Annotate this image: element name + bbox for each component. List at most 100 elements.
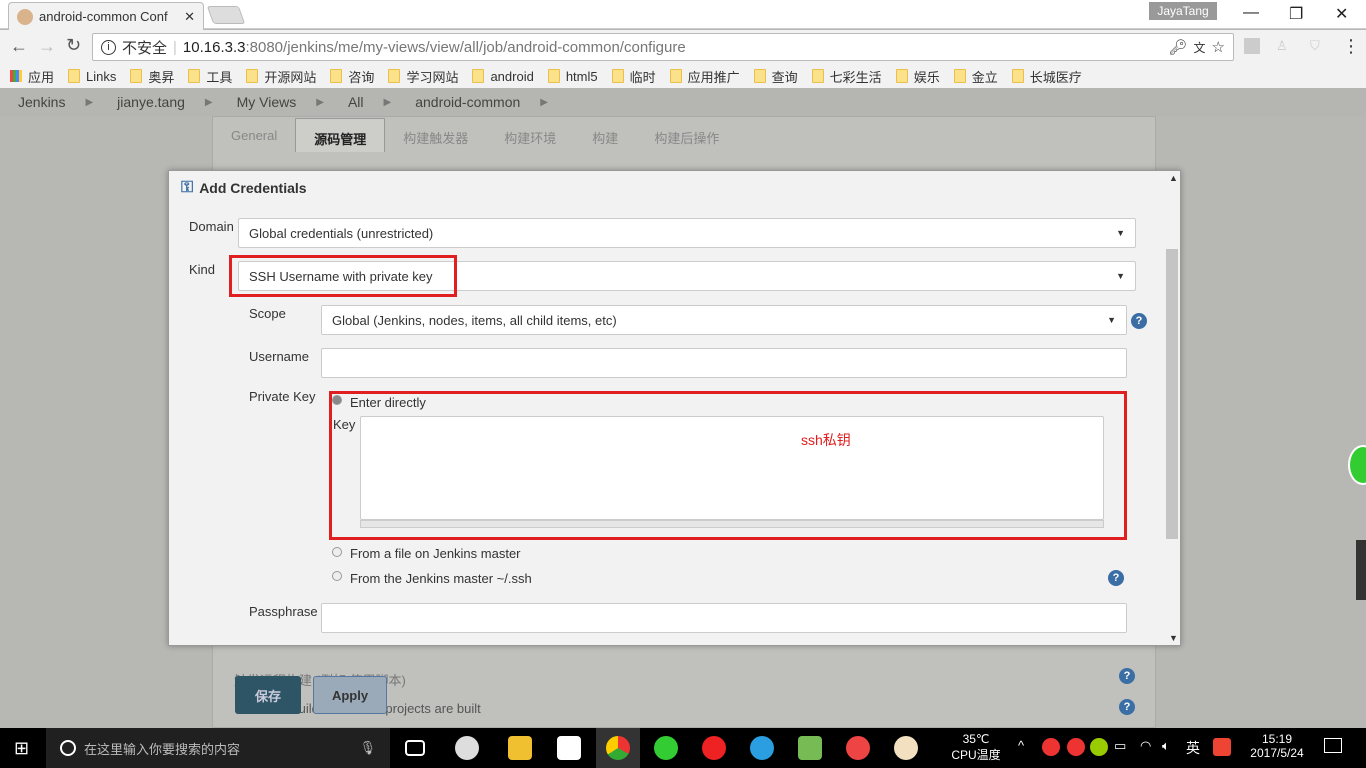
breadcrumb-item[interactable]: My Views [237, 94, 297, 110]
key-icon[interactable]: 🔑︎ [1168, 38, 1187, 56]
wechat-icon[interactable] [654, 736, 678, 760]
tab-general[interactable]: General [213, 118, 295, 152]
minimize-icon[interactable]: — [1243, 4, 1259, 22]
bookmark[interactable]: 七彩生活 [811, 67, 882, 86]
tab-build[interactable]: 构建 [574, 118, 636, 152]
app-icon[interactable] [702, 736, 726, 760]
extension-icon[interactable] [1244, 38, 1260, 54]
clock[interactable]: 15:19 2017/5/24 [1240, 732, 1314, 760]
qq-icon[interactable] [1067, 738, 1085, 756]
cpu-temp: 35℃ CPU温度 [951, 732, 1001, 762]
tab-triggers[interactable]: 构建触发器 [385, 118, 486, 152]
bookmark[interactable]: 娱乐 [895, 67, 940, 86]
scrollbar[interactable] [1166, 249, 1178, 539]
bookmark[interactable]: 金立 [953, 67, 998, 86]
bookmark[interactable]: 长城医疗 [1011, 67, 1082, 86]
folder-icon [68, 69, 81, 83]
profile-name[interactable]: JayaTang [1149, 2, 1217, 20]
windows-start-icon[interactable]: ⊞ [14, 738, 29, 759]
bookmark[interactable]: 咨询 [330, 67, 374, 86]
breadcrumb-item[interactable]: Jenkins [18, 94, 65, 110]
store-icon[interactable] [557, 736, 581, 760]
notification-icon[interactable] [1324, 738, 1342, 753]
add-credentials-dialog: ⚿ Add Credentials ▲ ▼ Domain Global crede… [168, 170, 1181, 646]
menu-icon[interactable]: ⋮ [1342, 36, 1360, 57]
save-button[interactable]: 保存 [235, 676, 301, 714]
close-tab-icon[interactable]: ✕ [184, 9, 195, 25]
microphone-icon[interactable]: 🎙︎ [359, 740, 376, 756]
back-icon[interactable]: ← [10, 36, 28, 57]
sogou-icon[interactable] [1213, 738, 1231, 756]
scope-label: Scope [249, 306, 286, 321]
volume-icon[interactable]: 🔈︎ [1162, 738, 1170, 754]
close-window-icon[interactable]: ✕ [1335, 4, 1348, 24]
scope-select[interactable]: Global (Jenkins, nodes, items, all child… [321, 305, 1127, 335]
qq-icon[interactable] [1042, 738, 1060, 756]
bookmark[interactable]: 工具 [188, 67, 232, 86]
app-icon[interactable] [894, 736, 918, 760]
star-icon[interactable]: ☆ [1212, 38, 1225, 56]
bookmark[interactable]: android [472, 69, 534, 84]
from-file-radio[interactable] [332, 547, 342, 557]
side-widget[interactable] [1356, 540, 1366, 600]
folder-icon [811, 69, 824, 83]
bookmark[interactable]: 奥昇 [130, 67, 174, 86]
extension-icon[interactable]: ⛉ [1310, 38, 1320, 54]
breadcrumb-item[interactable]: All [348, 94, 364, 110]
from-ssh-label[interactable]: From the Jenkins master ~/.ssh [350, 571, 532, 586]
from-ssh-radio[interactable] [332, 571, 342, 581]
scroll-down-icon[interactable]: ▼ [1169, 633, 1178, 643]
forward-icon[interactable]: → [38, 36, 56, 57]
from-file-label[interactable]: From a file on Jenkins master [350, 546, 521, 561]
chrome-icon[interactable] [606, 736, 630, 760]
passphrase-input[interactable] [321, 603, 1127, 633]
bookmark[interactable]: 临时 [611, 67, 656, 86]
help-icon[interactable]: ? [1131, 313, 1147, 329]
app-icon[interactable] [750, 736, 774, 760]
bookmark[interactable]: Links [68, 69, 116, 84]
bookmark[interactable]: 查询 [753, 67, 798, 86]
plus-icon[interactable] [1090, 738, 1108, 756]
ime-indicator[interactable]: 英 [1186, 738, 1200, 758]
new-tab-button[interactable] [206, 6, 246, 24]
extension-icon[interactable]: ♙ [1276, 38, 1288, 54]
android-studio-icon[interactable] [798, 736, 822, 760]
tab-scm[interactable]: 源码管理 [295, 118, 386, 152]
url-path: :8080/jenkins/me/my-views/view/all/job/a… [245, 38, 686, 56]
info-icon[interactable]: i [101, 39, 116, 55]
bookmark[interactable]: 开源网站 [246, 67, 316, 86]
address-bar[interactable]: i 不安全 | 10.16.3.3:8080/jenkins/me/my-vie… [92, 33, 1234, 61]
chevron-up-icon[interactable]: ^ [1018, 738, 1024, 753]
help-icon[interactable]: ? [1119, 699, 1135, 715]
taskbar-search[interactable]: 在这里输入你要搜索的内容 🎙︎ [46, 728, 390, 768]
translate-icon[interactable]: 文 [1194, 39, 1206, 56]
file-explorer-icon[interactable] [508, 736, 532, 760]
bookmarks-bar: 应用 Links 奥昇 工具 开源网站 咨询 学习网站 android html… [0, 64, 1366, 88]
bookmark[interactable]: html5 [547, 69, 598, 84]
bookmark-apps[interactable]: 应用 [10, 67, 54, 86]
task-view-icon[interactable] [405, 740, 425, 756]
breadcrumb-item[interactable]: android-common [415, 94, 520, 110]
maximize-icon[interactable]: ❐ [1289, 4, 1303, 24]
app-icon[interactable] [846, 736, 870, 760]
bookmark[interactable]: 学习网站 [388, 67, 458, 86]
folder-icon [611, 69, 624, 83]
floating-widget[interactable] [1348, 445, 1366, 485]
scroll-up-icon[interactable]: ▲ [1169, 173, 1178, 183]
tab-environment[interactable]: 构建环境 [486, 118, 574, 152]
app-icon[interactable] [455, 736, 479, 760]
tab-post-build[interactable]: 构建后操作 [636, 118, 737, 152]
security-label: 不安全 [122, 39, 168, 57]
url-host: 10.16.3.3 [182, 38, 246, 56]
browser-tab[interactable]: android-common Conf ✕ [8, 2, 204, 30]
help-icon[interactable]: ? [1108, 570, 1124, 586]
help-icon[interactable]: ? [1119, 668, 1135, 684]
domain-select[interactable]: Global credentials (unrestricted) ▼ [238, 218, 1136, 248]
reload-icon[interactable]: ↻ [66, 35, 81, 56]
breadcrumb-item[interactable]: jianye.tang [117, 94, 185, 110]
username-input[interactable] [321, 348, 1127, 378]
wifi-icon[interactable]: ◠ [1140, 738, 1151, 754]
bookmark[interactable]: 应用推广 [669, 67, 740, 86]
apply-button[interactable]: Apply [313, 676, 387, 714]
battery-icon[interactable]: ▭ [1114, 738, 1126, 754]
